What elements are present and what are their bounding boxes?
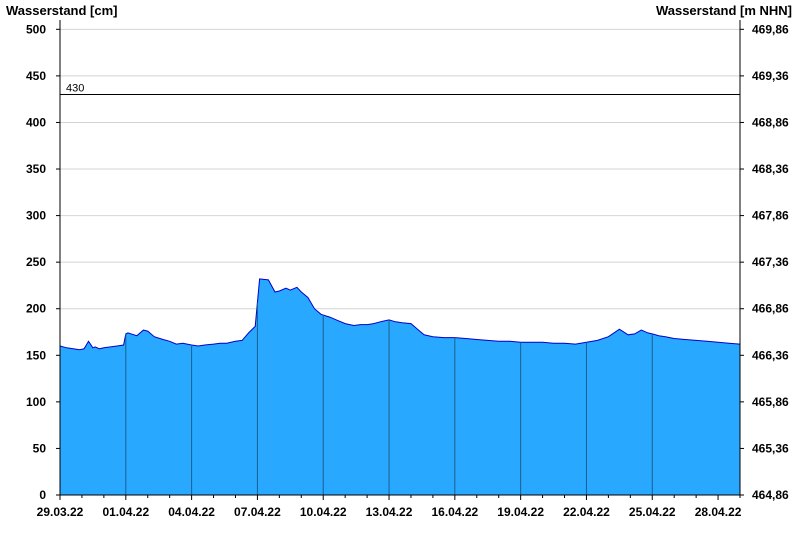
y-tick-label-left: 100	[26, 395, 46, 409]
x-tick-label: 28.04.22	[695, 505, 742, 519]
y-tick-label-left: 0	[39, 488, 46, 502]
y-tick-label-right: 468,86	[752, 115, 789, 129]
y-tick-label-left: 250	[26, 255, 46, 269]
x-tick-label: 16.04.22	[431, 505, 478, 519]
y-tick-label-left: 150	[26, 348, 46, 362]
y-tick-label-left: 200	[26, 302, 46, 316]
y-tick-label-right: 466,86	[752, 302, 789, 316]
y-tick-label-left: 50	[33, 441, 47, 455]
y-axis-right-ticks: 464,86 465,36 465,86 466,36 466,86 467,36 467,…	[752, 22, 789, 502]
y-tick-label-right: 465,36	[752, 441, 789, 455]
y-tick-label-left: 350	[26, 162, 46, 176]
y-tick-label-left: 400	[26, 115, 46, 129]
x-tick-label: 19.04.22	[497, 505, 544, 519]
x-tick-label: 01.04.22	[102, 505, 149, 519]
y-axis-left-ticks: 0 50 100 150 200 250 300 350 400 450 500	[26, 22, 46, 502]
water-level-chart: 430 Wasserstand [cm] Wasserstand [m NHN]…	[6, 3, 792, 519]
x-tick-label: 29.03.22	[37, 505, 84, 519]
y-tick-label-left: 450	[26, 69, 46, 83]
y-tick-label-left: 300	[26, 209, 46, 223]
x-tick-label: 13.04.22	[366, 505, 413, 519]
reference-line-label: 430	[66, 83, 84, 95]
x-tick-label: 22.04.22	[563, 505, 610, 519]
x-tick-label: 25.04.22	[629, 505, 676, 519]
x-tick-label: 07.04.22	[234, 505, 281, 519]
data-area	[59, 278, 741, 495]
y-tick-label-left: 500	[26, 22, 46, 36]
y-tick-label-right: 467,36	[752, 255, 789, 269]
x-tick-label: 04.04.22	[168, 505, 215, 519]
y-tick-label-right: 465,86	[752, 395, 789, 409]
y-tick-label-right: 464,86	[752, 488, 789, 502]
y-tick-label-right: 467,86	[752, 209, 789, 223]
x-tick-label: 10.04.22	[300, 505, 347, 519]
water-level-area	[60, 278, 740, 495]
y-tick-label-right: 469,36	[752, 69, 789, 83]
y-tick-label-right: 468,36	[752, 162, 789, 176]
x-axis-ticks: 29.03.22 01.04.22 04.04.22 07.04.22 10.04.22…	[37, 505, 742, 519]
y-axis-right-title: Wasserstand [m NHN]	[656, 3, 792, 18]
y-tick-label-right: 466,36	[752, 348, 789, 362]
y-tick-label-right: 469,86	[752, 22, 789, 36]
y-axis-left-title: Wasserstand [cm]	[6, 3, 118, 18]
reference-line-group: 430	[60, 83, 740, 96]
